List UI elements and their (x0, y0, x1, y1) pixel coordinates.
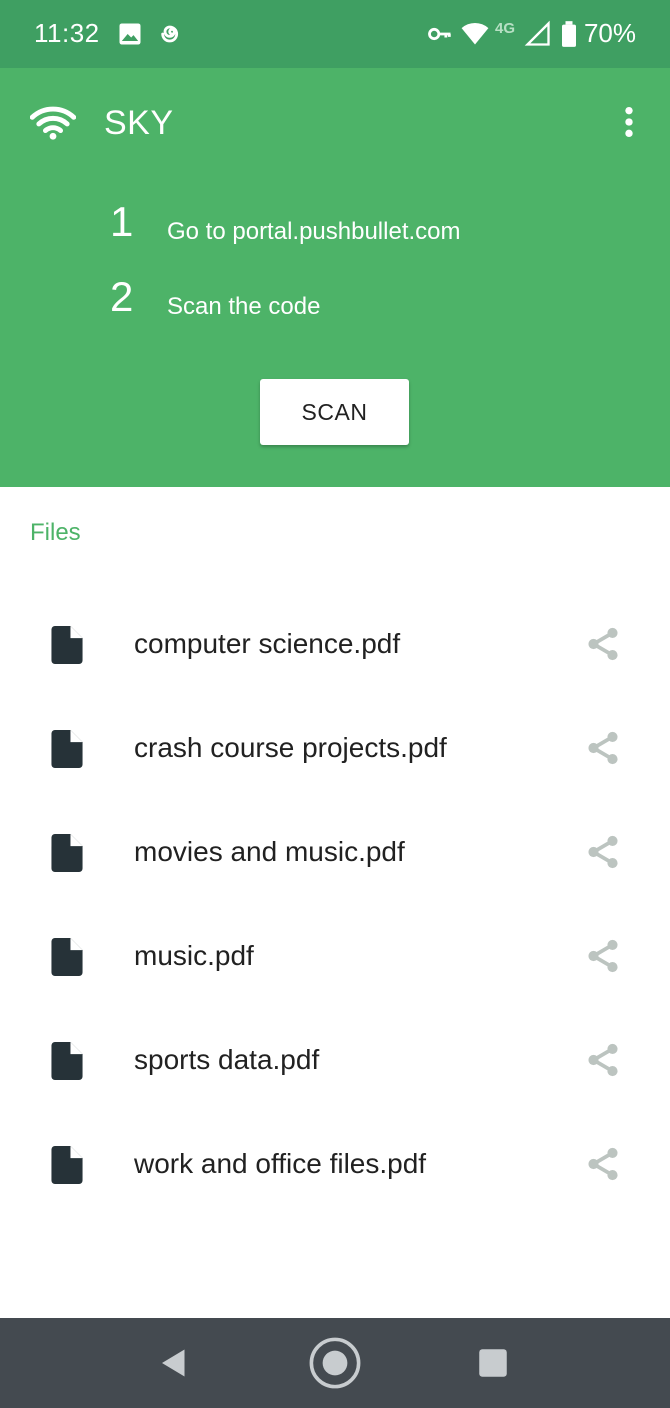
app-header: SKY 1 Go to portal.pushbullet.com 2 Scan… (0, 68, 670, 487)
file-item-music[interactable]: music.pdf (0, 902, 670, 1006)
share-icon[interactable] (584, 936, 622, 976)
recent-apps-icon[interactable] (478, 1348, 508, 1378)
key-icon (428, 27, 451, 41)
file-name: work and office files.pdf (134, 1148, 427, 1179)
document-icon (51, 938, 83, 976)
file-item-work-and-office-files[interactable]: work and office files.pdf (0, 1110, 670, 1214)
wifi-icon (30, 106, 76, 140)
wifi-signal-icon (461, 22, 489, 45)
file-item-movies-and-music[interactable]: movies and music.pdf (0, 798, 670, 902)
status-time: 11:32 (34, 18, 100, 48)
image-icon (119, 23, 141, 45)
file-name: crash course projects.pdf (134, 732, 447, 763)
status-bar: 11:32 4G 70% (0, 0, 670, 68)
step-text: Go to portal.pushbullet.com (167, 218, 461, 245)
file-name: sports data.pdf (134, 1044, 320, 1075)
back-icon[interactable] (156, 1344, 192, 1382)
share-icon[interactable] (584, 1040, 622, 1080)
step-text: Scan the code (167, 293, 321, 320)
step-number: 2 (110, 273, 134, 320)
file-name: music.pdf (134, 940, 254, 971)
battery-percentage: 70% (583, 18, 636, 48)
document-icon (51, 730, 83, 768)
file-name: computer science.pdf (134, 628, 401, 659)
file-item-crash-course-projects[interactable]: crash course projects.pdf (0, 694, 670, 798)
share-icon[interactable] (584, 728, 622, 768)
share-icon[interactable] (584, 832, 622, 872)
scan-button[interactable]: SCAN (260, 379, 409, 445)
document-icon (51, 1146, 83, 1184)
file-item-sports-data[interactable]: sports data.pdf (0, 1006, 670, 1110)
document-icon (51, 834, 83, 872)
file-item-computer-science[interactable]: computer science.pdf (0, 590, 670, 694)
document-icon (51, 626, 83, 664)
share-icon[interactable] (584, 624, 622, 664)
document-icon (51, 1042, 83, 1080)
more-options-icon[interactable] (612, 104, 646, 140)
cell-signal-icon (524, 20, 550, 46)
share-icon[interactable] (584, 1144, 622, 1184)
spiral-icon (161, 25, 179, 43)
file-name: movies and music.pdf (134, 836, 405, 867)
system-navigation-bar (0, 1318, 670, 1408)
file-list: computer science.pdf crash course projec… (0, 590, 670, 1214)
files-section-heading: Files (30, 519, 81, 546)
step-number: 1 (110, 198, 134, 245)
app-title: SKY (104, 104, 174, 142)
battery-icon (562, 21, 576, 47)
home-icon[interactable] (308, 1336, 362, 1390)
network-type-label: 4G (495, 20, 516, 37)
